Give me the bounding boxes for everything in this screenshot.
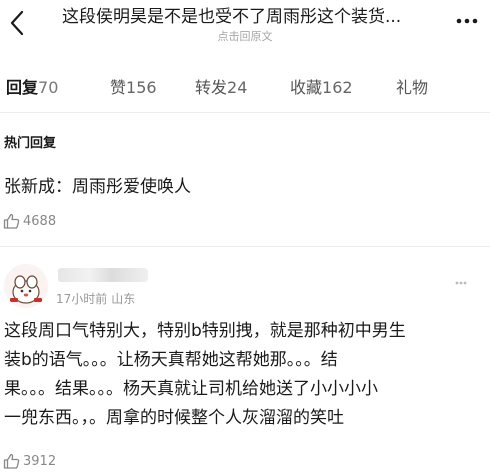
- tab-gifts[interactable]: 礼物: [396, 68, 428, 108]
- tab-favorites-label: 收藏: [290, 78, 323, 97]
- thumb-up-icon: [3, 213, 20, 229]
- more-button[interactable]: [452, 10, 482, 32]
- comment-2-like-button[interactable]: 3912: [3, 453, 56, 469]
- top-bar: 这段侯明昊是不是也受不了周雨彤这个装货... 点击回原文: [0, 0, 490, 48]
- section-title: 热门回复: [4, 136, 57, 151]
- post-tabs: 回复70 赞156 转发24 收藏162 礼物: [0, 68, 490, 108]
- comment-2-line: 装b的语气。。。让杨天真帮她这帮她那。。。结: [4, 350, 338, 370]
- comment-2-line: 一兜东西。，。周拿的时候整个人灰溜溜的笑吐: [4, 408, 344, 428]
- comments-divider: [0, 246, 490, 247]
- tab-likes[interactable]: 赞156: [110, 68, 157, 108]
- comment-2-location: 山东: [111, 292, 136, 306]
- tab-reposts-label: 转发: [195, 78, 228, 97]
- comment-1-like-button[interactable]: 4688: [3, 213, 56, 229]
- tab-gifts-label: 礼物: [396, 78, 429, 97]
- username-redacted[interactable]: [58, 268, 148, 282]
- comment-2-line: 这段周口气特别大，特别b特别拽，就是那种初中男生: [4, 321, 406, 341]
- thumb-up-icon: [3, 453, 20, 469]
- comment-2-more-button[interactable]: [455, 270, 467, 289]
- tab-replies[interactable]: 回复70: [6, 68, 58, 108]
- tab-favorites[interactable]: 收藏162: [290, 68, 353, 108]
- comment-2-like-count: 3912: [23, 453, 57, 469]
- comment-2-text[interactable]: 这段周口气特别大，特别b特别拽，就是那种初中男生 装b的语气。。。让杨天真帮她这…: [4, 317, 406, 433]
- comment-2-meta: 17小时前 山东: [56, 290, 135, 307]
- tab-likes-count: 156: [126, 78, 157, 97]
- comment-2-time: 17小时前: [56, 292, 108, 306]
- comment-2-line: 果。。。结果。。。杨天真就让司机给她送了小小小小: [4, 379, 378, 399]
- tab-reposts[interactable]: 转发24: [195, 68, 247, 108]
- more-dots-icon: [456, 18, 478, 24]
- tab-reposts-count: 24: [227, 78, 248, 97]
- tabs-divider: [0, 112, 490, 113]
- avatar[interactable]: [4, 264, 48, 308]
- cartoon-avatar-icon: [4, 264, 48, 308]
- tab-replies-count: 70: [38, 78, 59, 97]
- post-title[interactable]: 这段侯明昊是不是也受不了周雨彤这个装货...: [62, 7, 434, 27]
- tab-likes-label: 赞: [110, 78, 127, 97]
- tab-favorites-count: 162: [322, 78, 353, 97]
- tab-replies-label: 回复: [6, 78, 39, 97]
- comment-1-text[interactable]: 张新成：周雨彤爱使唤人: [4, 173, 191, 202]
- comment-1-like-count: 4688: [23, 213, 57, 229]
- more-dots-icon: [455, 281, 467, 285]
- back-to-original-link[interactable]: 点击回原文: [0, 28, 490, 44]
